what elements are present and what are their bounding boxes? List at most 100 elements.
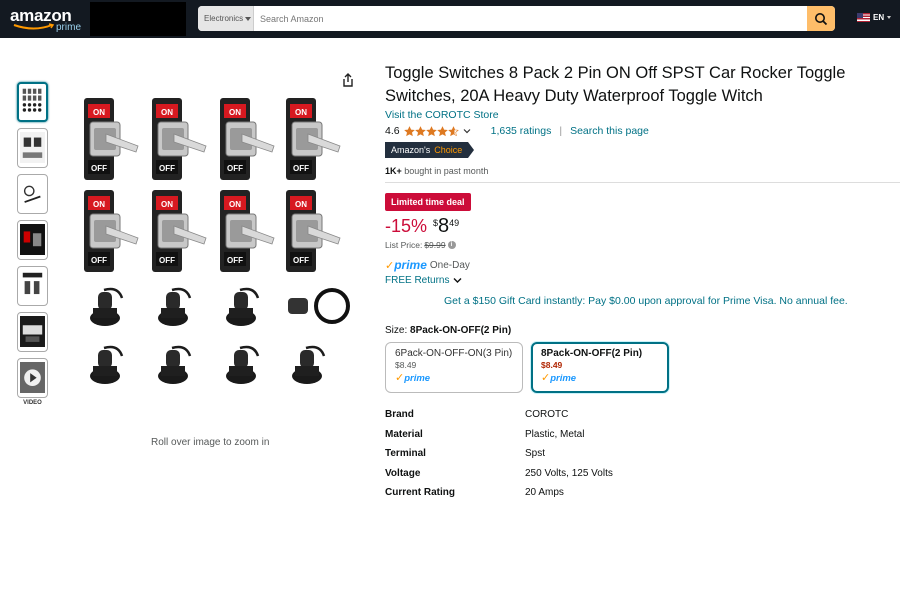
- svg-text:OFF: OFF: [293, 256, 309, 265]
- prime-delivery: ✓prime One-Day: [385, 258, 890, 272]
- toggle-switch-illustration: ON OFF: [84, 190, 139, 272]
- store-link[interactable]: Visit the COROTC Store: [385, 109, 890, 121]
- search-input[interactable]: [255, 6, 807, 31]
- table-row: Brand COROTC: [385, 405, 613, 425]
- chevron-down-icon: [245, 16, 252, 21]
- size-option-selected[interactable]: 8Pack-ON-OFF(2 Pin) $8.49 ✓prime: [531, 342, 669, 393]
- spec-value: COROTC: [525, 409, 569, 421]
- thumb-image: [20, 132, 45, 164]
- svg-text:ON: ON: [295, 108, 307, 117]
- cap-ring-illustration: [288, 288, 350, 324]
- thumb-image: [20, 224, 45, 256]
- video-label: VIDEO: [23, 400, 42, 406]
- svg-text:ON: ON: [229, 200, 241, 209]
- main-product-image[interactable]: ON OFF ON OFF ON OFF ON OFF ON OFF ON OFF ON OFF ON OFF: [70, 88, 360, 400]
- badge-choice: Choice: [434, 142, 469, 158]
- svg-text:ON: ON: [229, 108, 241, 117]
- price-fraction: 49: [449, 218, 460, 228]
- bought-count: 1K+: [385, 166, 402, 176]
- deliver-to-box[interactable]: [90, 2, 186, 36]
- spec-value: 250 Volts, 125 Volts: [525, 467, 613, 479]
- badge-prefix: Amazon's: [385, 142, 435, 158]
- table-row: Current Rating 20 Amps: [385, 483, 613, 503]
- star-rating[interactable]: [403, 125, 459, 137]
- divider: [385, 182, 900, 183]
- thumb-image: [20, 316, 45, 348]
- spec-value: Spst: [525, 448, 546, 460]
- ratings-count-link[interactable]: 1,635 ratings: [491, 125, 552, 137]
- bought-text: bought in past month: [401, 166, 489, 176]
- zoom-hint: Roll over image to zoom in: [151, 437, 270, 448]
- prime-delivery-text: One-Day: [429, 259, 470, 271]
- bought-in-past-month: 1K+ bought in past month: [385, 166, 890, 176]
- search-this-page-link[interactable]: Search this page: [570, 125, 649, 137]
- toggle-switch-illustration: ON OFF: [286, 190, 341, 272]
- thumbnail-5[interactable]: [17, 266, 48, 306]
- list-price: List Price: $9.99 i: [385, 240, 890, 250]
- logo-smile-icon: [13, 23, 55, 30]
- toggle-switch-illustration: ON OFF: [220, 190, 275, 272]
- prime-logo-text: prime: [404, 373, 431, 384]
- share-icon[interactable]: [340, 72, 356, 88]
- svg-text:OFF: OFF: [159, 164, 175, 173]
- toggle-switch-illustration: ON OFF: [286, 98, 341, 180]
- thumbnail-6[interactable]: [17, 312, 48, 352]
- badge-tail: [468, 142, 475, 158]
- size-option[interactable]: 6Pack-ON-OFF-ON(3 Pin) $8.49 ✓prime: [385, 342, 523, 393]
- svg-text:ON: ON: [161, 200, 173, 209]
- spec-value: Plastic, Metal: [525, 428, 585, 440]
- check-icon: ✓: [541, 372, 551, 384]
- table-row: Material Plastic, Metal: [385, 425, 613, 445]
- thumbnail-2[interactable]: [17, 128, 48, 168]
- price-row: -15% $ 8 49: [385, 216, 890, 236]
- star-icon: [447, 125, 459, 136]
- size-options: 6Pack-ON-OFF-ON(3 Pin) $8.49 ✓prime 8Pac…: [385, 342, 890, 393]
- list-price-value: $9.99: [424, 240, 446, 250]
- search-bar: Electronics: [198, 6, 835, 31]
- thumbnail-4[interactable]: [17, 220, 48, 260]
- svg-text:OFF: OFF: [91, 256, 107, 265]
- prime-logo: ✓prime: [385, 258, 427, 272]
- play-icon: [20, 362, 45, 394]
- product-title: Toggle Switches 8 Pack 2 Pin ON Off SPST…: [385, 64, 846, 105]
- thumbnail-1[interactable]: [17, 82, 48, 122]
- logo-prime-text: prime: [56, 22, 82, 33]
- language-selector[interactable]: EN: [857, 13, 892, 22]
- spec-key: Material: [385, 428, 423, 440]
- product-info: Toggle Switches 8 Pack 2 Pin ON Off SPST…: [385, 62, 900, 503]
- divider: |: [559, 125, 563, 137]
- waterproof-cap-illustration: [226, 287, 260, 326]
- video-thumbnail[interactable]: [17, 358, 48, 398]
- star-icon: [436, 125, 448, 136]
- search-button[interactable]: [807, 6, 835, 31]
- toggle-switch-illustration: ON OFF: [152, 190, 207, 272]
- search-category-select[interactable]: Electronics: [198, 6, 254, 31]
- check-icon: ✓: [385, 260, 395, 272]
- info-icon[interactable]: i: [447, 241, 456, 249]
- star-icon: [403, 125, 415, 136]
- discount-percent: -15%: [385, 216, 428, 236]
- waterproof-cap-illustration: [158, 345, 192, 384]
- svg-text:OFF: OFF: [227, 256, 243, 265]
- product-specs-table: Brand COROTC Material Plastic, Metal Termi…: [385, 405, 613, 503]
- gift-card-offer-link[interactable]: Get a $150 Gift Card instantly: Pay $0.0…: [444, 295, 890, 307]
- amazon-logo[interactable]: amazon prime: [10, 6, 90, 34]
- svg-text:ON: ON: [93, 108, 105, 117]
- svg-text:ON: ON: [295, 200, 307, 209]
- language-label: EN: [873, 13, 885, 22]
- waterproof-cap-illustration: [226, 345, 260, 384]
- free-returns-link[interactable]: FREE Returns: [385, 275, 890, 286]
- svg-text:OFF: OFF: [293, 164, 309, 173]
- size-option-price: $8.49: [395, 360, 417, 370]
- size-option-name: 6Pack-ON-OFF-ON(3 Pin): [395, 348, 513, 359]
- chevron-down-icon[interactable]: [463, 127, 471, 135]
- us-flag-icon: [857, 13, 870, 22]
- svg-text:ON: ON: [161, 108, 173, 117]
- spec-key: Current Rating: [385, 487, 455, 499]
- svg-text:OFF: OFF: [227, 164, 243, 173]
- waterproof-cap-illustration: [90, 287, 124, 326]
- rating-row: 4.6 1,635 ratings | Search this page: [385, 125, 890, 137]
- thumbnail-3[interactable]: [17, 174, 48, 214]
- thumb-image: [20, 270, 45, 302]
- size-label-prefix: Size:: [385, 325, 408, 336]
